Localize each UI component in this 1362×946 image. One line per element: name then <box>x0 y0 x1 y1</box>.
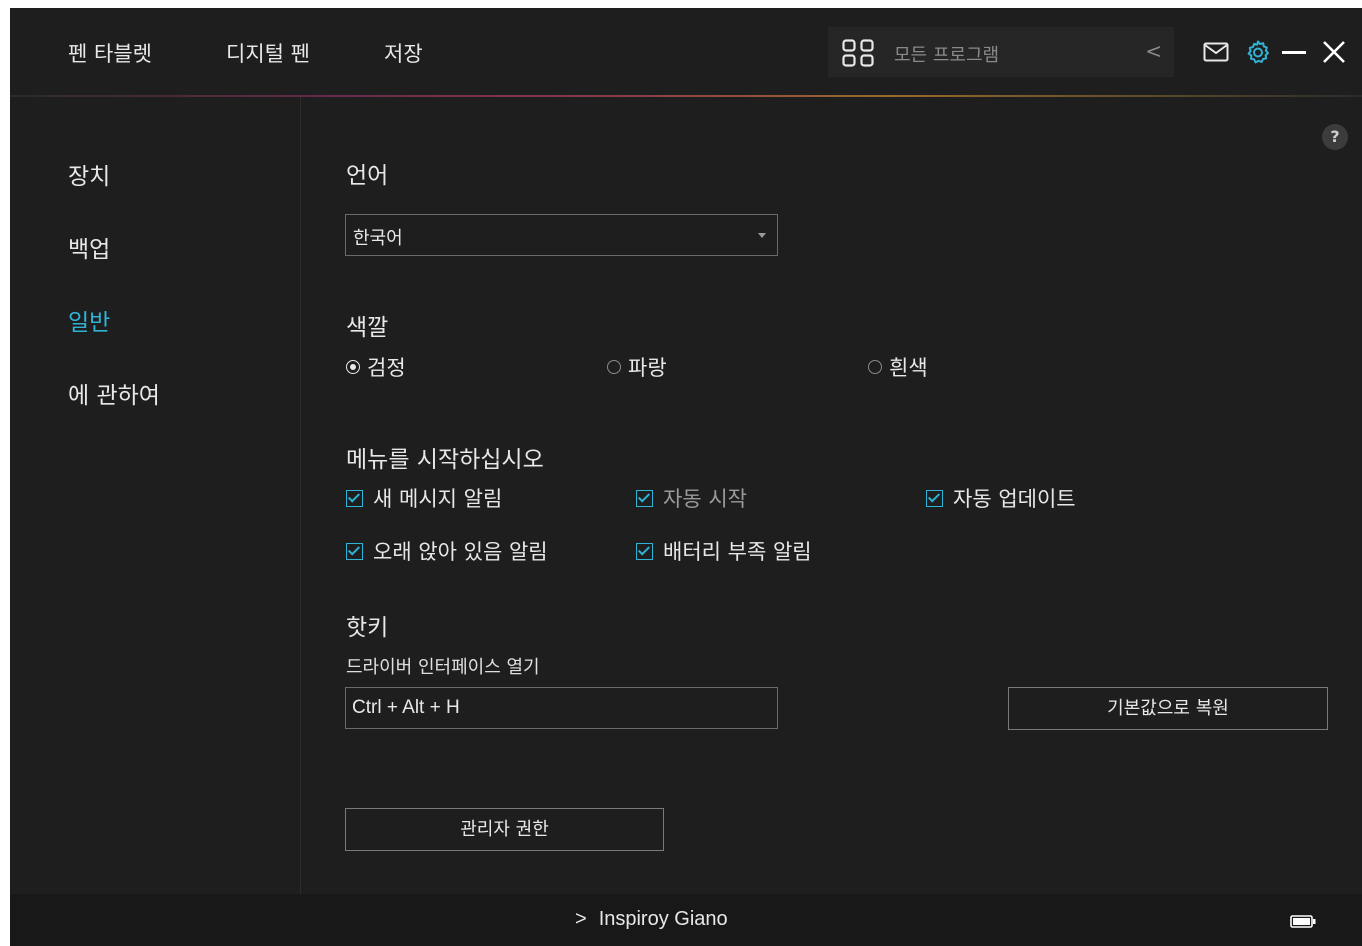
sidebar-item-device[interactable]: 장치 <box>68 157 110 191</box>
nav-tab-digital-pen[interactable]: 디지털 펜 <box>226 38 310 68</box>
radio-label: 검정 <box>367 356 406 380</box>
hotkey-input[interactable] <box>345 687 778 729</box>
radio-unselected-icon <box>607 360 621 374</box>
chevron-left-icon[interactable]: < <box>1145 39 1162 63</box>
radio-label: 파랑 <box>628 356 667 380</box>
device-name: Inspiroy Giano <box>598 908 728 930</box>
nav-tab-pen-tablet[interactable]: 펜 타블렛 <box>68 38 152 68</box>
radio-color-white[interactable]: 흰색 <box>868 352 928 382</box>
program-select-placeholder: 모든 프로그램 <box>894 45 1000 66</box>
radio-unselected-icon <box>868 360 882 374</box>
checkbox-auto-update[interactable]: 자동 업데이트 <box>926 483 1076 513</box>
checkbox-label: 자동 업데이트 <box>953 487 1076 511</box>
battery-icon <box>1290 915 1316 928</box>
checkbox-label: 자동 시작 <box>663 487 747 511</box>
checkbox-label: 새 메시지 알림 <box>373 487 503 511</box>
checkbox-sitting-alert[interactable]: 오래 앉아 있음 알림 <box>346 536 548 566</box>
checkbox-checked-icon <box>636 542 653 560</box>
checkbox-label: 배터리 부족 알림 <box>663 540 812 564</box>
checkbox-label: 오래 앉아 있음 알림 <box>373 540 548 564</box>
radio-label: 흰색 <box>889 356 928 380</box>
sidebar-item-backup[interactable]: 백업 <box>68 230 110 264</box>
language-select-value: 한국어 <box>353 228 403 249</box>
radio-selected-icon <box>346 360 360 374</box>
color-title: 색깔 <box>346 315 389 341</box>
radio-color-blue[interactable]: 파랑 <box>607 352 667 382</box>
language-select[interactable]: 한국어 <box>345 214 778 256</box>
nav-tab-save[interactable]: 저장 <box>384 38 423 68</box>
startup-title: 메뉴를 시작하십시오 <box>346 447 544 473</box>
app-window: 펜 타블렛 디지털 펜 저장 모든 프로그램 < 장치 백업 일반 에 관하여 … <box>10 8 1362 946</box>
close-icon[interactable] <box>1321 39 1347 65</box>
admin-rights-button[interactable]: 관리자 권한 <box>345 808 664 851</box>
caret-down-icon <box>758 233 766 238</box>
checkbox-new-message-alert[interactable]: 새 메시지 알림 <box>346 483 502 513</box>
restore-defaults-button[interactable]: 기본값으로 복원 <box>1008 687 1328 730</box>
sidebar: 장치 백업 일반 에 관하여 <box>10 97 301 894</box>
bottom-bar: > Inspiroy Giano <box>10 894 1362 946</box>
checkbox-auto-start[interactable]: 자동 시작 <box>636 483 747 513</box>
checkbox-checked-icon <box>926 489 943 507</box>
checkbox-checked-icon <box>346 489 363 507</box>
grid-icon <box>842 39 874 67</box>
program-select[interactable]: 모든 프로그램 < <box>828 27 1174 77</box>
hotkey-label: 드라이버 인터페이스 열기 <box>346 657 540 678</box>
top-bar: 펜 타블렛 디지털 펜 저장 모든 프로그램 < <box>10 8 1362 96</box>
sidebar-item-general[interactable]: 일반 <box>68 303 110 337</box>
gear-icon[interactable] <box>1246 40 1270 64</box>
minimize-icon[interactable] <box>1282 51 1306 54</box>
checkbox-low-battery-alert[interactable]: 배터리 부족 알림 <box>636 536 812 566</box>
mail-icon[interactable] <box>1203 42 1229 62</box>
hotkey-title: 핫키 <box>346 615 389 641</box>
help-icon[interactable]: ? <box>1322 124 1348 150</box>
radio-color-black[interactable]: 검정 <box>346 352 406 382</box>
checkbox-checked-icon <box>346 542 363 560</box>
checkbox-checked-icon <box>636 489 653 507</box>
chevron-right-icon: > <box>575 908 587 930</box>
device-selector[interactable]: > Inspiroy Giano <box>575 908 728 931</box>
sidebar-item-about[interactable]: 에 관하여 <box>68 376 160 410</box>
language-title: 언어 <box>346 163 389 189</box>
